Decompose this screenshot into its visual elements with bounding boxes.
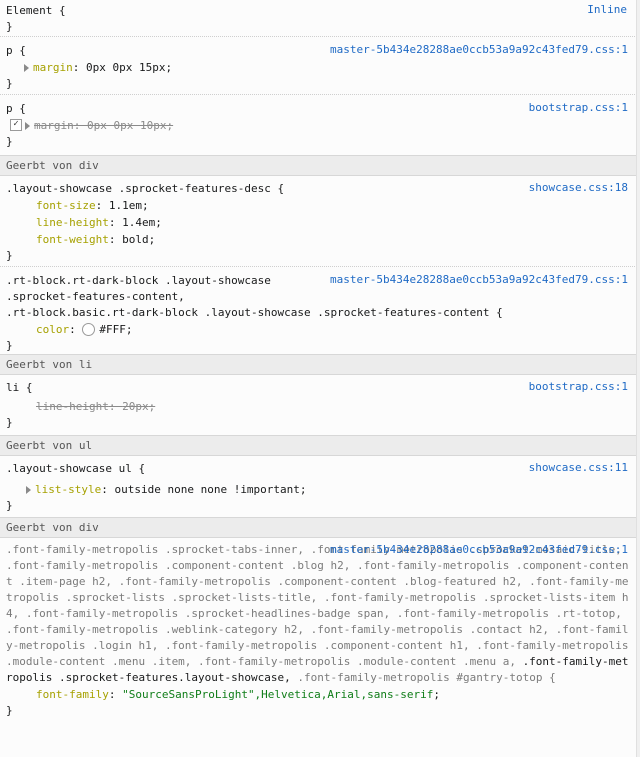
expand-arrow-icon[interactable] xyxy=(24,64,29,72)
property-name[interactable]: font-family xyxy=(36,688,109,701)
declaration-margin[interactable]: margin: 0px 0px 15px; xyxy=(6,59,631,76)
property-value[interactable]: 1.4em xyxy=(122,216,155,229)
rule-rt-block[interactable]: .rt-block.rt-dark-block .layout-showcase… xyxy=(0,267,637,354)
selector-unmatched: .font-family-metropolis .sprocket-tabs-i… xyxy=(6,543,629,668)
rule-li[interactable]: li { line-height: 20px; } bootstrap.css:… xyxy=(0,375,637,435)
rule-source-link[interactable]: showcase.css:11 xyxy=(529,461,628,474)
property-name[interactable]: color xyxy=(36,323,69,336)
selector-unmatched-tail: .font-family-metropolis #gantry-totop { xyxy=(297,671,556,684)
rule-close-brace: } xyxy=(6,704,13,717)
scrollbar[interactable] xyxy=(636,0,640,757)
enable-checkbox[interactable]: ✓ xyxy=(10,119,22,131)
rule-source-link[interactable]: master-5b434e28288ae0ccb53a9a92c43fed79.… xyxy=(330,273,628,286)
property-value[interactable]: #FFF xyxy=(99,323,126,336)
rule-selector: .font-family-metropolis .sprocket-tabs-i… xyxy=(6,543,629,684)
rule-close-brace: } xyxy=(6,135,13,148)
rule-showcase-ul[interactable]: .layout-showcase ul { list-style: outsid… xyxy=(0,456,637,517)
property-name[interactable]: line-height xyxy=(36,216,109,229)
rule-close-brace: } xyxy=(6,77,13,90)
rule-source-link[interactable]: showcase.css:18 xyxy=(529,181,628,194)
rule-close-brace: } xyxy=(6,339,13,352)
inherited-header: Geerbt von div xyxy=(0,155,637,176)
rule-close-brace: } xyxy=(6,20,13,33)
declaration-margin-overridden[interactable]: ✓ margin: 0px 0px 10px; xyxy=(6,117,631,134)
expand-arrow-icon[interactable] xyxy=(26,486,31,494)
property-value[interactable]: "SourceSansProLight",Helvetica,Arial,san… xyxy=(122,688,433,701)
declaration-line-height-overridden[interactable]: line-height: 20px; xyxy=(6,398,631,415)
property-value[interactable]: 20px xyxy=(122,400,149,413)
inherited-header: Geerbt von div xyxy=(0,517,637,538)
declaration-font-weight[interactable]: font-weight: bold; xyxy=(6,231,631,248)
rule-p-master[interactable]: p { margin: 0px 0px 15px; } master-5b434… xyxy=(0,37,637,95)
inherited-header: Geerbt von li xyxy=(0,354,637,375)
property-value[interactable]: 0px 0px 10px xyxy=(87,119,166,132)
rule-selector-line-2: .sprocket-features-content, xyxy=(6,290,185,303)
rule-close-brace: } xyxy=(6,249,13,262)
property-value[interactable]: 0px 0px 15px xyxy=(86,61,165,74)
color-swatch-icon[interactable] xyxy=(82,322,96,336)
property-name[interactable]: margin xyxy=(34,119,74,132)
rule-source-link[interactable]: bootstrap.css:1 xyxy=(529,101,628,114)
inherited-header: Geerbt von ul xyxy=(0,435,637,456)
rule-source-link[interactable]: master-5b434e28288ae0ccb53a9a92c43fed79.… xyxy=(330,543,628,556)
declaration-list-style[interactable]: list-style: outside none none !important… xyxy=(6,481,631,498)
styles-pane: Element { } Inline p { margin: 0px 0px 1… xyxy=(0,0,637,757)
property-value[interactable]: outside none none !important xyxy=(114,483,299,496)
property-name[interactable]: font-weight xyxy=(36,233,109,246)
rule-close-brace: } xyxy=(6,416,13,429)
declaration-font-family[interactable]: font-family: "SourceSansProLight",Helvet… xyxy=(6,686,631,703)
declaration-line-height[interactable]: line-height: 1.4em; xyxy=(6,214,631,231)
rule-source-link[interactable]: bootstrap.css:1 xyxy=(529,380,628,393)
property-value[interactable]: 1.1em xyxy=(109,199,142,212)
property-name[interactable]: margin xyxy=(33,61,73,74)
declaration-font-size[interactable]: font-size: 1.1em; xyxy=(6,197,631,214)
rule-source-link[interactable]: master-5b434e28288ae0ccb53a9a92c43fed79.… xyxy=(330,43,628,56)
property-name[interactable]: list-style xyxy=(35,483,101,496)
property-name[interactable]: line-height xyxy=(36,400,109,413)
property-value[interactable]: bold xyxy=(122,233,149,246)
rule-p-bootstrap[interactable]: p { ✓ margin: 0px 0px 10px; } bootstrap.c… xyxy=(0,95,637,155)
expand-arrow-icon[interactable] xyxy=(25,122,30,130)
property-name[interactable]: font-size xyxy=(36,199,96,212)
rule-selector-line-3: .rt-block.basic.rt-dark-block .layout-sh… xyxy=(6,306,503,319)
rule-close-brace: } xyxy=(6,499,13,512)
rule-font-family-metropolis[interactable]: .font-family-metropolis .sprocket-tabs-i… xyxy=(0,538,637,720)
rule-showcase-desc[interactable]: .layout-showcase .sprocket-features-desc… xyxy=(0,176,637,267)
rule-element-inline[interactable]: Element { } Inline xyxy=(0,0,637,37)
declaration-color[interactable]: color: #FFF; xyxy=(6,321,631,338)
rule-selector: Element { xyxy=(6,4,66,17)
rule-source-link[interactable]: Inline xyxy=(587,3,627,16)
